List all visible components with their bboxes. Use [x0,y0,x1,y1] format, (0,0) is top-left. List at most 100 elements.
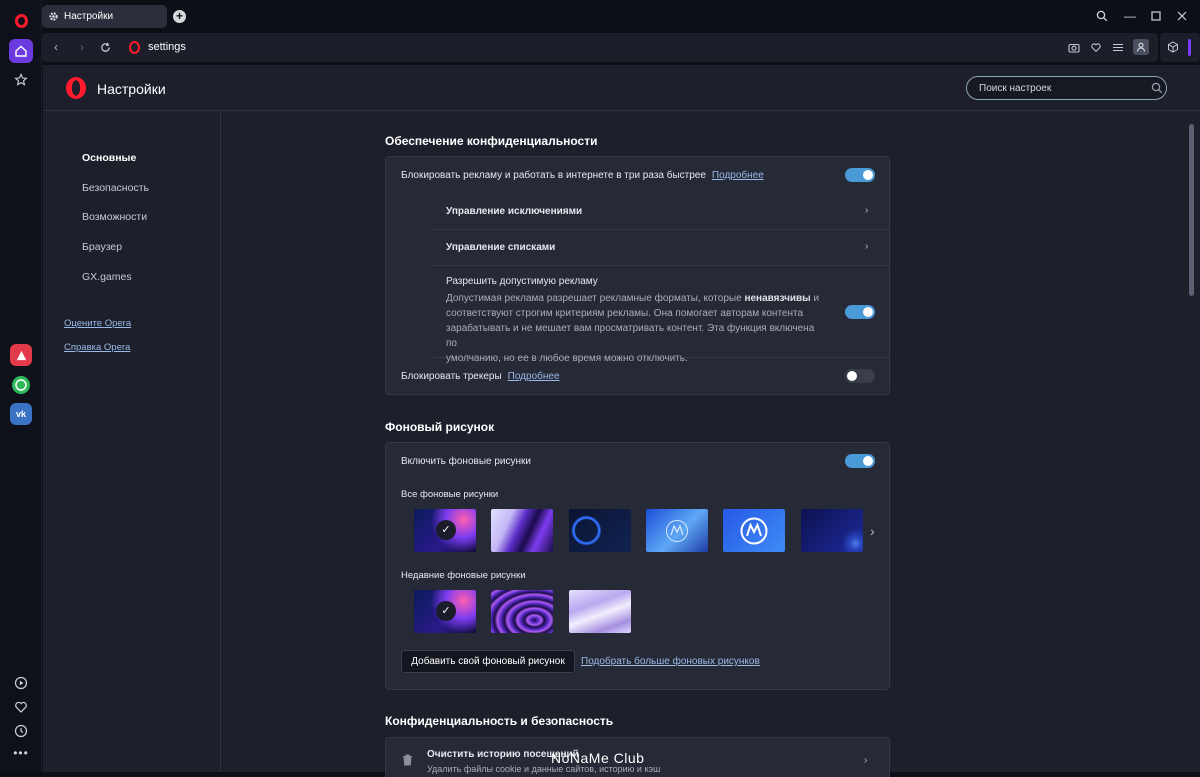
toggle-knob [863,307,873,317]
scrollbar[interactable] [1188,112,1195,772]
recent-wallpaper-thumb[interactable] [491,590,553,633]
nav-item-basic[interactable]: Основные [82,152,136,164]
settings-sliders-icon [1113,43,1123,51]
section-title-security: Конфиденциальность и безопасность [385,714,614,728]
scrollbar-thumb[interactable] [1189,124,1194,296]
nav-item-security[interactable]: Безопасность [82,182,149,194]
extensions-button[interactable] [1166,40,1180,54]
address-bar: ‹ › settings [42,33,1158,62]
privacy-card: Блокировать рекламу и работать в интерне… [385,156,890,395]
new-tab-button[interactable]: + [173,10,186,23]
watermark: NoNaMe Club [551,750,645,766]
bookmarks-button[interactable] [9,68,33,92]
wallpaper-thumb[interactable] [491,509,553,552]
trash-icon [403,754,412,766]
forward-button[interactable]: › [74,39,90,55]
back-button[interactable]: ‹ [48,39,64,55]
close-button[interactable] [1174,8,1190,24]
minimize-icon: — [1124,9,1136,23]
more-wallpapers-link[interactable]: Подобрать больше фоновых рисунков [581,656,760,667]
settings-search [966,76,1167,100]
favorite-button[interactable] [1089,40,1103,54]
nav-item-features[interactable]: Возможности [82,211,147,223]
reload-icon [100,42,110,52]
settings-header: Настройки [43,65,1200,111]
toggle-knob [863,170,873,180]
aria-ai-button[interactable] [10,344,32,366]
manage-exceptions-row[interactable]: Управление исключениями › [431,194,889,230]
acceptable-ads-description: Допустимая реклама разрешает рекламные ф… [446,291,826,366]
rate-opera-link[interactable]: Оцените Opera [64,318,131,329]
chevron-right-icon: › [865,205,869,216]
opera-help-link[interactable]: Справка Opera [64,342,130,353]
heart-icon [15,701,27,713]
acceptable-ads-title: Разрешить допустимую рекламу [446,276,598,287]
wallpaper-thumb[interactable]: ✓ [414,509,476,552]
acceptable-ads-bold: ненавязчивы [744,293,811,304]
add-wallpaper-button[interactable]: Добавить свой фоновый рисунок [401,650,575,673]
block-ads-toggle[interactable] [845,168,875,182]
toggle-knob [847,371,857,381]
tab-title: Настройки [64,11,114,22]
history-button[interactable] [9,719,33,743]
opera-m-logo-icon [740,517,768,545]
block-trackers-more-link[interactable]: Подробнее [508,371,560,382]
player-button[interactable] [9,671,33,695]
tab-search-button[interactable] [1094,8,1110,24]
settings-nav: Основные Безопасность Возможности Браузе… [43,112,221,772]
plus-icon: + [175,9,183,23]
site-info-button[interactable] [126,39,142,55]
chevron-right-icon: › [865,241,869,252]
section-title-wallpaper: Фоновый рисунок [385,420,495,434]
section-title-privacy: Обеспечение конфиденциальности [385,134,598,148]
wallpaper-thumb[interactable] [569,509,631,552]
enable-wallpapers-toggle[interactable] [845,454,875,468]
wallpaper-thumb[interactable] [646,509,708,552]
block-ads-more-link[interactable]: Подробнее [712,170,764,181]
snapshot-button[interactable] [1067,40,1081,54]
tab-settings[interactable]: Настройки [42,5,167,28]
recent-wallpapers-label: Недавние фоновые рисунки [401,570,526,581]
cube-icon [1168,41,1178,53]
reload-button[interactable] [97,39,113,55]
wallpaper-thumb[interactable] [801,509,863,552]
aria-icon [16,350,26,360]
search-input[interactable] [979,81,1139,95]
acceptable-ads-desc-3: зарабатывать и не мешает вам просматрива… [446,323,815,349]
toggle-knob [863,456,873,466]
acceptable-ads-desc-4: умолчанию, но ее в любое время можно отк… [446,353,688,364]
acceptable-ads-desc-1: Допустимая реклама разрешает рекламные ф… [446,293,742,304]
acceptable-ads-toggle[interactable] [845,305,875,319]
recent-wallpaper-thumb[interactable]: ✓ [414,590,476,633]
play-icon [14,676,28,690]
nav-item-browser[interactable]: Браузер [82,241,122,253]
wallpaper-thumb[interactable] [723,509,785,552]
opera-logo-icon [128,40,140,54]
block-ads-label: Блокировать рекламу и работать в интерне… [401,170,706,181]
easy-setup-button[interactable] [1111,40,1125,54]
whatsapp-button[interactable] [10,374,32,396]
settings-page: Настройки Основные Безопасность Возможно… [43,65,1200,777]
minimize-button[interactable]: — [1122,8,1138,24]
vk-button[interactable]: vk [10,403,32,425]
more-sidebar-button[interactable]: ••• [9,741,33,765]
pinboard-button[interactable] [9,695,33,719]
maximize-icon [1151,11,1161,21]
wallpapers-next-button[interactable]: › [870,523,875,539]
opera-logo-icon [14,14,28,28]
opera-menu-button[interactable] [9,9,33,33]
block-trackers-toggle[interactable] [845,369,875,383]
nav-item-gxgames[interactable]: GX.games [82,271,132,283]
heart-icon [1091,42,1101,52]
profile-button[interactable] [1133,39,1149,55]
home-button[interactable] [9,39,33,63]
maximize-button[interactable] [1148,8,1164,24]
manage-lists-label: Управление списками [446,242,556,253]
recent-wallpaper-thumb[interactable] [569,590,631,633]
camera-icon [1068,43,1080,53]
manage-lists-row[interactable]: Управление списками › [431,230,889,266]
block-trackers-label: Блокировать трекеры [401,371,502,382]
url-field[interactable]: settings [148,41,186,53]
chevron-right-icon: › [864,755,868,766]
tab-bar: Настройки + — [42,0,1200,33]
